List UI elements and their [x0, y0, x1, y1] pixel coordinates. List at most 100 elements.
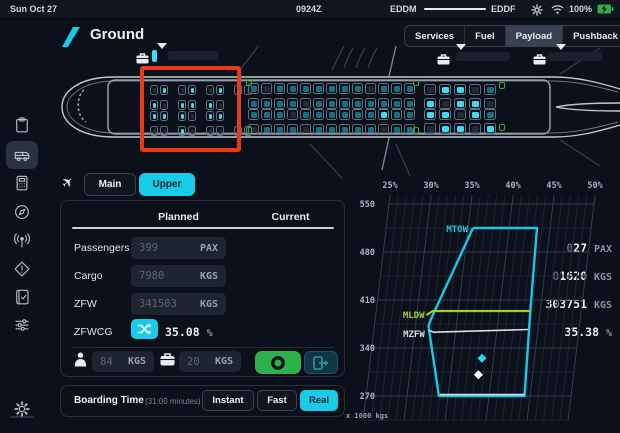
- seat[interactable]: [274, 98, 285, 109]
- seat[interactable]: [404, 109, 415, 120]
- cargo-target-marker[interactable]: [157, 43, 167, 49]
- seat[interactable]: [484, 123, 496, 134]
- seat[interactable]: [300, 109, 311, 120]
- start-boarding-button[interactable]: [255, 351, 301, 374]
- seat[interactable]: [352, 98, 363, 109]
- radio-icon[interactable]: [13, 232, 31, 250]
- seat[interactable]: [287, 83, 298, 94]
- seat[interactable]: [424, 84, 436, 95]
- seat[interactable]: [287, 98, 298, 109]
- seat[interactable]: [339, 109, 350, 120]
- seat[interactable]: [365, 124, 376, 135]
- nav-payload[interactable]: Payload: [506, 26, 563, 46]
- cargo-target-marker[interactable]: [556, 44, 566, 50]
- seat[interactable]: [326, 83, 337, 94]
- seat[interactable]: [365, 109, 376, 120]
- seat[interactable]: [439, 84, 451, 95]
- seat[interactable]: [469, 109, 481, 120]
- seat[interactable]: [339, 124, 350, 135]
- seat[interactable]: [454, 123, 466, 134]
- deboard-button[interactable]: [304, 351, 338, 374]
- seat[interactable]: [484, 84, 496, 95]
- seat[interactable]: [424, 98, 436, 109]
- nav-pushback[interactable]: Pushback: [563, 26, 620, 46]
- seat[interactable]: [469, 123, 481, 134]
- seat[interactable]: [300, 83, 311, 94]
- tab-upper-deck[interactable]: Upper: [139, 173, 195, 196]
- zfw-input[interactable]: 341503 KGS: [131, 293, 226, 315]
- compass-icon[interactable]: [13, 203, 31, 221]
- seat[interactable]: [261, 109, 272, 120]
- seat[interactable]: [424, 109, 436, 120]
- seat[interactable]: [287, 109, 298, 120]
- passengers-input[interactable]: 399 PAX: [131, 237, 226, 259]
- seat[interactable]: [391, 83, 402, 94]
- seat[interactable]: [313, 124, 324, 135]
- seat[interactable]: [261, 83, 272, 94]
- seat[interactable]: [313, 98, 324, 109]
- seat[interactable]: [439, 109, 451, 120]
- seat[interactable]: [391, 124, 402, 135]
- seat[interactable]: [454, 84, 466, 95]
- boarding-option-instant[interactable]: Instant: [202, 390, 254, 411]
- seat[interactable]: [313, 83, 324, 94]
- boarding-option-fast[interactable]: Fast: [257, 390, 297, 411]
- seat[interactable]: [424, 123, 436, 134]
- seat[interactable]: [287, 124, 298, 135]
- tab-main-deck[interactable]: Main: [84, 173, 136, 196]
- nav-services[interactable]: Services: [405, 26, 465, 46]
- seat[interactable]: [326, 124, 337, 135]
- seat[interactable]: [300, 98, 311, 109]
- cargo-progress-bar[interactable]: [455, 52, 510, 61]
- cargo-input[interactable]: 7980 KGS: [131, 265, 226, 287]
- seat[interactable]: [339, 83, 350, 94]
- randomize-cg-button[interactable]: [131, 319, 158, 339]
- seat[interactable]: [339, 98, 350, 109]
- seat[interactable]: [469, 84, 481, 95]
- seat[interactable]: [248, 98, 259, 109]
- seat[interactable]: [248, 109, 259, 120]
- seat[interactable]: [274, 124, 285, 135]
- cargo-progress-bar[interactable]: [548, 52, 603, 61]
- seat[interactable]: [484, 98, 496, 109]
- seat[interactable]: [391, 109, 402, 120]
- seat[interactable]: [261, 98, 272, 109]
- checklist-icon[interactable]: [13, 288, 31, 306]
- seat[interactable]: [469, 98, 481, 109]
- seat[interactable]: [313, 109, 324, 120]
- seat[interactable]: [391, 98, 402, 109]
- seat[interactable]: [454, 98, 466, 109]
- seat[interactable]: [439, 123, 451, 134]
- seat[interactable]: [365, 98, 376, 109]
- seat[interactable]: [378, 83, 389, 94]
- seat[interactable]: [352, 124, 363, 135]
- nav-fuel[interactable]: Fuel: [465, 26, 506, 46]
- seat[interactable]: [326, 109, 337, 120]
- seat[interactable]: [454, 109, 466, 120]
- cargo-target-marker[interactable]: [456, 44, 466, 50]
- clipboard-icon[interactable]: [13, 116, 31, 134]
- caution-icon[interactable]: [13, 260, 31, 278]
- seat[interactable]: [378, 109, 389, 120]
- seat[interactable]: [378, 124, 389, 135]
- seat[interactable]: [352, 109, 363, 120]
- seat[interactable]: [300, 124, 311, 135]
- seat[interactable]: [352, 83, 363, 94]
- seat[interactable]: [484, 109, 496, 120]
- boarding-option-real[interactable]: Real: [300, 390, 338, 411]
- calculator-icon[interactable]: [13, 174, 31, 192]
- shuttle-icon[interactable]: [13, 146, 31, 164]
- seat[interactable]: [365, 83, 376, 94]
- cargo-progress-bar[interactable]: [167, 51, 219, 60]
- seat[interactable]: [261, 124, 272, 135]
- sliders-icon[interactable]: [13, 316, 31, 334]
- seat[interactable]: [378, 98, 389, 109]
- seat[interactable]: [404, 98, 415, 109]
- pax-weight-input[interactable]: 84 KGS: [92, 351, 154, 372]
- bag-weight-input[interactable]: 20 KGS: [179, 351, 241, 372]
- gear-icon[interactable]: [531, 4, 543, 16]
- seat[interactable]: [274, 109, 285, 120]
- settings-gear-icon[interactable]: [13, 400, 31, 418]
- seat[interactable]: [274, 83, 285, 94]
- seat[interactable]: [326, 98, 337, 109]
